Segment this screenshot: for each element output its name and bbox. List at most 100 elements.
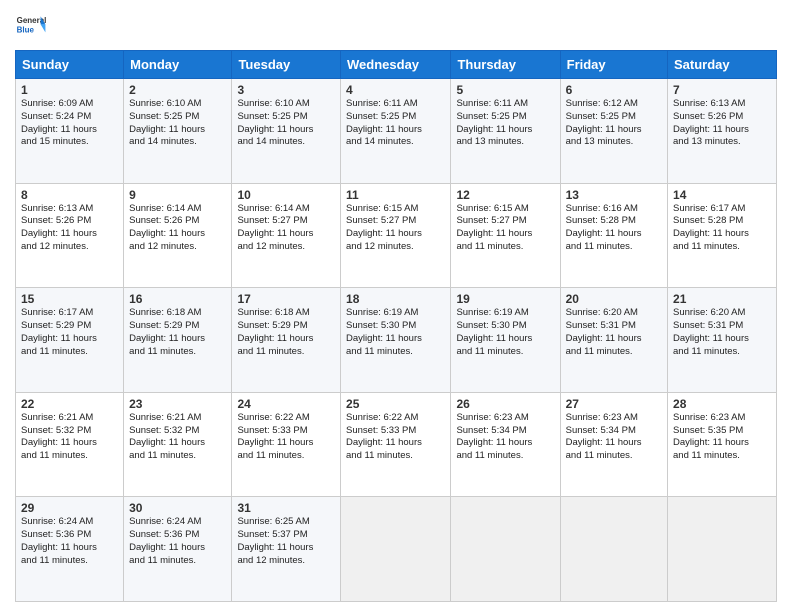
sunrise-label: Sunrise: 6:21 AM	[129, 412, 201, 423]
day-info: Sunrise: 6:19 AM Sunset: 5:30 PM Dayligh…	[456, 307, 554, 358]
day-number: 30	[129, 501, 226, 515]
daylight-minutes: and 11 minutes.	[237, 346, 304, 357]
calendar-cell: 19 Sunrise: 6:19 AM Sunset: 5:30 PM Dayl…	[451, 288, 560, 393]
sunrise-label: Sunrise: 6:21 AM	[21, 412, 93, 423]
daylight-label: Daylight: 11 hours	[346, 228, 422, 239]
daylight-minutes: and 11 minutes.	[129, 555, 196, 566]
weekday-header-row: SundayMondayTuesdayWednesdayThursdayFrid…	[16, 51, 777, 79]
daylight-label: Daylight: 11 hours	[21, 542, 97, 553]
sunset-label: Sunset: 5:25 PM	[237, 111, 307, 122]
day-info: Sunrise: 6:11 AM Sunset: 5:25 PM Dayligh…	[346, 98, 445, 149]
daylight-label: Daylight: 11 hours	[346, 333, 422, 344]
day-number: 27	[566, 397, 662, 411]
day-number: 25	[346, 397, 445, 411]
day-info: Sunrise: 6:23 AM Sunset: 5:34 PM Dayligh…	[566, 412, 662, 463]
day-number: 8	[21, 188, 118, 202]
daylight-label: Daylight: 11 hours	[129, 333, 205, 344]
daylight-label: Daylight: 11 hours	[346, 437, 422, 448]
sunset-label: Sunset: 5:28 PM	[673, 215, 743, 226]
sunrise-label: Sunrise: 6:10 AM	[129, 98, 201, 109]
calendar-cell: 2 Sunrise: 6:10 AM Sunset: 5:25 PM Dayli…	[124, 79, 232, 184]
daylight-minutes: and 11 minutes.	[21, 555, 88, 566]
day-number: 9	[129, 188, 226, 202]
sunset-label: Sunset: 5:32 PM	[21, 425, 91, 436]
day-info: Sunrise: 6:22 AM Sunset: 5:33 PM Dayligh…	[237, 412, 335, 463]
calendar-cell: 30 Sunrise: 6:24 AM Sunset: 5:36 PM Dayl…	[124, 497, 232, 602]
day-number: 12	[456, 188, 554, 202]
sunset-label: Sunset: 5:29 PM	[237, 320, 307, 331]
sunrise-label: Sunrise: 6:24 AM	[21, 516, 93, 527]
daylight-minutes: and 11 minutes.	[237, 450, 304, 461]
calendar-cell: 21 Sunrise: 6:20 AM Sunset: 5:31 PM Dayl…	[668, 288, 777, 393]
day-info: Sunrise: 6:09 AM Sunset: 5:24 PM Dayligh…	[21, 98, 118, 149]
daylight-minutes: and 11 minutes.	[456, 450, 523, 461]
day-info: Sunrise: 6:10 AM Sunset: 5:25 PM Dayligh…	[237, 98, 335, 149]
sunset-label: Sunset: 5:25 PM	[456, 111, 526, 122]
day-info: Sunrise: 6:21 AM Sunset: 5:32 PM Dayligh…	[21, 412, 118, 463]
calendar-cell: 20 Sunrise: 6:20 AM Sunset: 5:31 PM Dayl…	[560, 288, 667, 393]
calendar-cell	[451, 497, 560, 602]
daylight-minutes: and 12 minutes.	[129, 241, 197, 252]
calendar-cell: 14 Sunrise: 6:17 AM Sunset: 5:28 PM Dayl…	[668, 183, 777, 288]
day-number: 24	[237, 397, 335, 411]
daylight-minutes: and 14 minutes.	[346, 136, 414, 147]
daylight-minutes: and 14 minutes.	[237, 136, 305, 147]
day-info: Sunrise: 6:21 AM Sunset: 5:32 PM Dayligh…	[129, 412, 226, 463]
day-info: Sunrise: 6:11 AM Sunset: 5:25 PM Dayligh…	[456, 98, 554, 149]
daylight-minutes: and 13 minutes.	[673, 136, 741, 147]
calendar-cell	[560, 497, 667, 602]
day-number: 21	[673, 292, 771, 306]
day-info: Sunrise: 6:13 AM Sunset: 5:26 PM Dayligh…	[21, 203, 118, 254]
day-info: Sunrise: 6:25 AM Sunset: 5:37 PM Dayligh…	[237, 516, 335, 567]
weekday-header-saturday: Saturday	[668, 51, 777, 79]
day-info: Sunrise: 6:20 AM Sunset: 5:31 PM Dayligh…	[673, 307, 771, 358]
day-number: 20	[566, 292, 662, 306]
calendar: SundayMondayTuesdayWednesdayThursdayFrid…	[15, 50, 777, 602]
day-number: 28	[673, 397, 771, 411]
daylight-minutes: and 11 minutes.	[566, 450, 633, 461]
day-info: Sunrise: 6:24 AM Sunset: 5:36 PM Dayligh…	[129, 516, 226, 567]
calendar-cell: 29 Sunrise: 6:24 AM Sunset: 5:36 PM Dayl…	[16, 497, 124, 602]
day-number: 15	[21, 292, 118, 306]
daylight-minutes: and 11 minutes.	[346, 346, 413, 357]
sunrise-label: Sunrise: 6:15 AM	[346, 203, 418, 214]
daylight-minutes: and 12 minutes.	[237, 555, 305, 566]
calendar-cell: 31 Sunrise: 6:25 AM Sunset: 5:37 PM Dayl…	[232, 497, 341, 602]
sunrise-label: Sunrise: 6:09 AM	[21, 98, 93, 109]
logo: General Blue	[15, 10, 47, 42]
day-info: Sunrise: 6:13 AM Sunset: 5:26 PM Dayligh…	[673, 98, 771, 149]
sunrise-label: Sunrise: 6:19 AM	[346, 307, 418, 318]
daylight-label: Daylight: 11 hours	[129, 437, 205, 448]
daylight-label: Daylight: 11 hours	[673, 437, 749, 448]
daylight-minutes: and 11 minutes.	[129, 450, 196, 461]
day-info: Sunrise: 6:18 AM Sunset: 5:29 PM Dayligh…	[129, 307, 226, 358]
day-number: 11	[346, 188, 445, 202]
day-info: Sunrise: 6:10 AM Sunset: 5:25 PM Dayligh…	[129, 98, 226, 149]
daylight-minutes: and 11 minutes.	[129, 346, 196, 357]
weekday-header-tuesday: Tuesday	[232, 51, 341, 79]
daylight-label: Daylight: 11 hours	[566, 437, 642, 448]
daylight-minutes: and 11 minutes.	[673, 450, 740, 461]
calendar-cell	[668, 497, 777, 602]
calendar-cell: 18 Sunrise: 6:19 AM Sunset: 5:30 PM Dayl…	[341, 288, 451, 393]
sunset-label: Sunset: 5:36 PM	[129, 529, 199, 540]
sunset-label: Sunset: 5:31 PM	[566, 320, 636, 331]
calendar-cell: 27 Sunrise: 6:23 AM Sunset: 5:34 PM Dayl…	[560, 392, 667, 497]
calendar-cell: 11 Sunrise: 6:15 AM Sunset: 5:27 PM Dayl…	[341, 183, 451, 288]
sunrise-label: Sunrise: 6:11 AM	[346, 98, 418, 109]
daylight-minutes: and 12 minutes.	[21, 241, 89, 252]
daylight-label: Daylight: 11 hours	[566, 124, 642, 135]
sunset-label: Sunset: 5:33 PM	[346, 425, 416, 436]
sunrise-label: Sunrise: 6:17 AM	[673, 203, 745, 214]
sunset-label: Sunset: 5:29 PM	[21, 320, 91, 331]
calendar-cell: 22 Sunrise: 6:21 AM Sunset: 5:32 PM Dayl…	[16, 392, 124, 497]
sunrise-label: Sunrise: 6:23 AM	[456, 412, 528, 423]
calendar-cell: 28 Sunrise: 6:23 AM Sunset: 5:35 PM Dayl…	[668, 392, 777, 497]
calendar-cell: 17 Sunrise: 6:18 AM Sunset: 5:29 PM Dayl…	[232, 288, 341, 393]
day-info: Sunrise: 6:14 AM Sunset: 5:27 PM Dayligh…	[237, 203, 335, 254]
sunset-label: Sunset: 5:27 PM	[456, 215, 526, 226]
sunrise-label: Sunrise: 6:10 AM	[237, 98, 309, 109]
sunrise-label: Sunrise: 6:25 AM	[237, 516, 309, 527]
day-info: Sunrise: 6:15 AM Sunset: 5:27 PM Dayligh…	[346, 203, 445, 254]
day-info: Sunrise: 6:15 AM Sunset: 5:27 PM Dayligh…	[456, 203, 554, 254]
